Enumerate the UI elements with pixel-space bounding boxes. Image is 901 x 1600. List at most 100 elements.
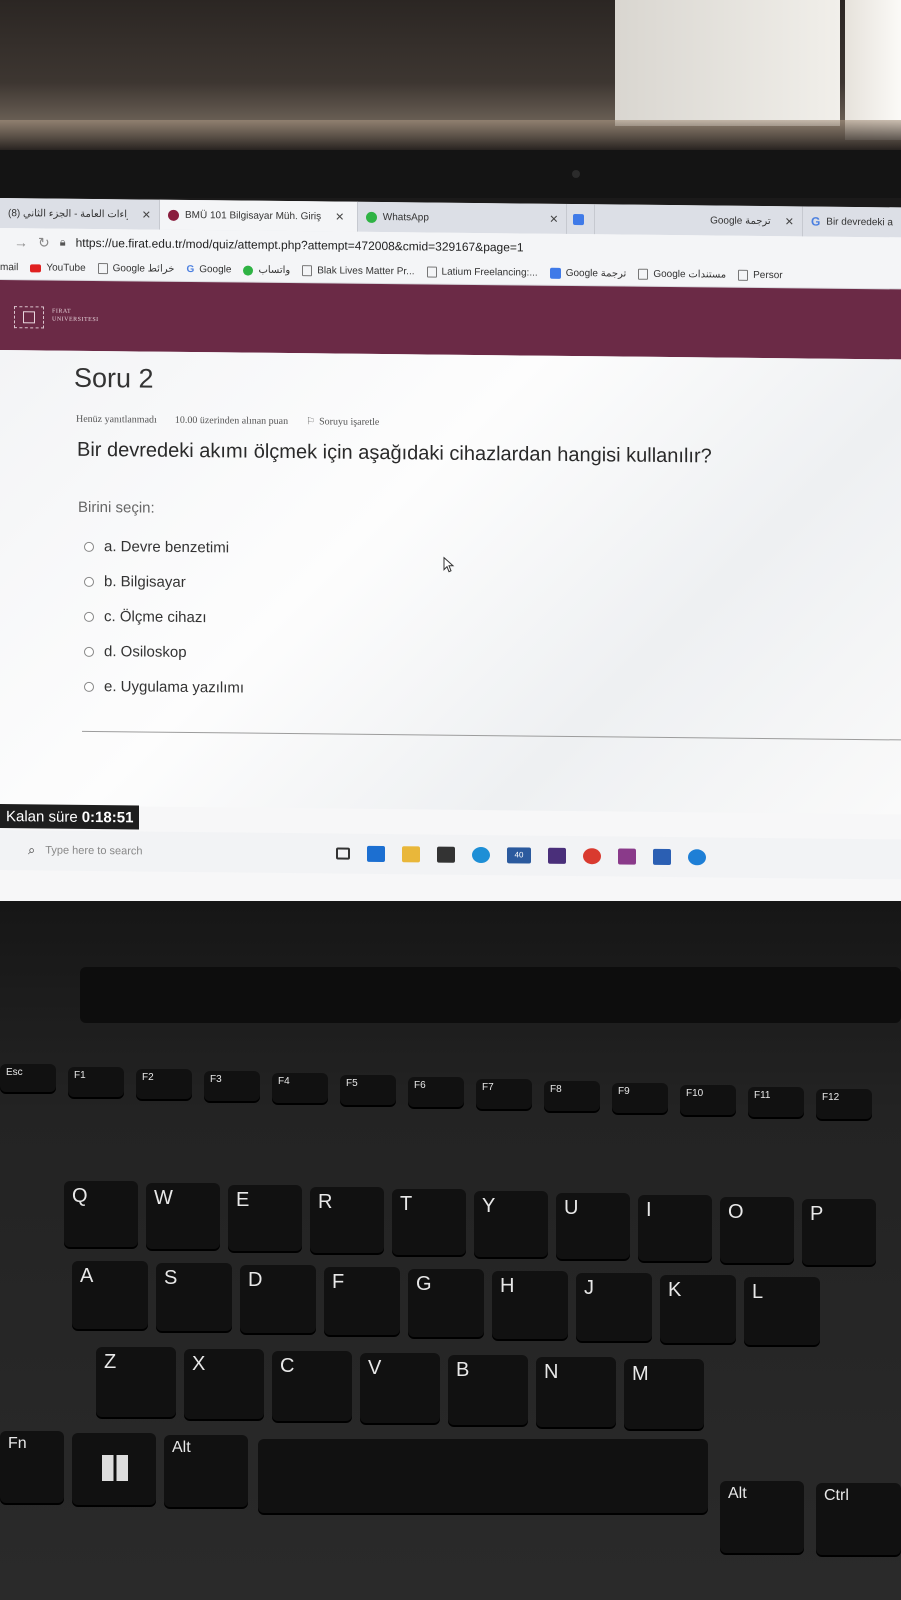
bookmark-latium[interactable]: Latium Freelancing:... xyxy=(426,266,538,279)
answer-option[interactable]: a. Devre benzetimi xyxy=(84,529,244,566)
option-label[interactable]: d. Osiloskop xyxy=(104,643,187,661)
tab-title: Google ترجمة xyxy=(710,214,771,227)
tab-translate-icon[interactable] xyxy=(567,203,596,235)
key-alt-left: Alt xyxy=(164,1435,248,1507)
tab-google-search[interactable]: G Bir devredeki a xyxy=(803,206,901,237)
tab-bmu-101[interactable]: BMÜ 101 Bilgisayar Müh. Giriş ✕ xyxy=(160,199,358,232)
key-t: T xyxy=(392,1189,466,1255)
bookmark-persor[interactable]: Persor xyxy=(738,269,783,282)
key-f2: F2 xyxy=(136,1069,192,1099)
bookmark-label: Google خرائط xyxy=(112,263,175,275)
bookmark-label: Persor xyxy=(753,269,783,282)
key-fn: Fn xyxy=(0,1431,64,1503)
key-j: J xyxy=(576,1273,652,1341)
moodle-icon xyxy=(168,209,179,221)
bookmark-google-maps[interactable]: Google خرائط xyxy=(97,263,175,275)
option-label[interactable]: c. Ölçme cihazı xyxy=(104,608,207,626)
key-f11: F11 xyxy=(748,1087,804,1117)
key-s: S xyxy=(156,1263,232,1331)
radio-button[interactable] xyxy=(84,681,94,692)
university-logo-text: FIRAT UNIVERSITESI xyxy=(52,308,99,324)
answer-options: a. Devre benzetimi b. Bilgisayar c. Ölçm… xyxy=(84,529,244,706)
close-icon[interactable]: ✕ xyxy=(142,208,151,221)
key-alt-right: Alt xyxy=(720,1481,804,1553)
timer-label: Kalan süre xyxy=(6,807,78,826)
app-icon[interactable] xyxy=(548,847,566,864)
key-z: Z xyxy=(96,1347,176,1417)
key-y: Y xyxy=(474,1191,548,1257)
page-icon xyxy=(738,269,749,281)
store-icon[interactable] xyxy=(437,846,455,863)
question-divider xyxy=(82,730,901,741)
chrome-icon[interactable] xyxy=(583,848,601,865)
key-f1: F1 xyxy=(68,1067,124,1097)
tab-google-translate[interactable]: Google ترجمة ✕ xyxy=(595,204,803,237)
answer-option[interactable]: b. Bilgisayar xyxy=(84,564,244,601)
question-points: 10.00 üzerinden alınan puan xyxy=(174,414,289,428)
outlook-icon[interactable] xyxy=(367,845,385,863)
tab-whatsapp[interactable]: WhatsApp ✕ xyxy=(357,201,568,234)
site-header: FIRAT UNIVERSITESI xyxy=(0,280,901,360)
option-label[interactable]: b. Bilgisayar xyxy=(104,573,186,591)
key-q: Q xyxy=(64,1181,138,1247)
taskbar-search[interactable]: ⌕ Type here to search xyxy=(28,842,308,861)
tab-title: BMÜ 101 Bilgisayar Müh. Giriş xyxy=(185,209,322,222)
mail-icon[interactable]: 40 xyxy=(507,847,531,864)
lock-icon: 🔒︎ xyxy=(59,236,66,249)
search-placeholder: Type here to search xyxy=(45,844,143,858)
key-u: U xyxy=(556,1193,630,1259)
forward-icon[interactable]: → xyxy=(14,234,28,250)
bookmark-blm[interactable]: Blak Lives Matter Pr... xyxy=(302,265,415,277)
option-label[interactable]: a. Devre benzetimi xyxy=(104,538,229,556)
file-explorer-icon[interactable] xyxy=(402,846,420,863)
flag-question-link[interactable]: ⚐ Soruyu işaretle xyxy=(306,416,379,428)
key-e: E xyxy=(228,1185,302,1251)
logo-line: UNIVERSITESI xyxy=(52,316,99,324)
key-windows xyxy=(72,1433,156,1505)
answer-option[interactable]: d. Osiloskop xyxy=(84,634,244,671)
key-g: G xyxy=(408,1269,484,1337)
key-f4: F4 xyxy=(272,1073,328,1103)
app-circle-icon[interactable] xyxy=(688,849,706,866)
option-label[interactable]: e. Uygulama yazılımı xyxy=(104,678,244,696)
radio-button[interactable] xyxy=(84,541,94,552)
webcam xyxy=(572,170,580,178)
key-c: C xyxy=(272,1351,352,1421)
key-f10: F10 xyxy=(680,1085,736,1115)
bookmark-google[interactable]: G Google xyxy=(186,264,231,275)
bookmark-label: YouTube xyxy=(46,262,86,274)
close-icon[interactable]: ✕ xyxy=(785,215,794,228)
bookmark-mail[interactable]: mail xyxy=(0,262,18,273)
google-icon: G xyxy=(810,214,821,229)
url-field[interactable]: https://ue.firat.edu.tr/mod/quiz/attempt… xyxy=(76,236,524,255)
flag-label: Soruyu işaretle xyxy=(319,416,380,428)
bookmark-whatsapp[interactable]: واتساب xyxy=(243,265,290,276)
winrar-icon[interactable] xyxy=(618,848,636,865)
background-shadow xyxy=(0,120,901,150)
page-icon xyxy=(426,266,437,278)
key-f5: F5 xyxy=(340,1075,396,1105)
university-logo-icon[interactable] xyxy=(14,306,44,329)
key-i: I xyxy=(638,1195,712,1261)
question-text: Bir devredeki akımı ölçmek için aşağıdak… xyxy=(77,438,712,468)
bookmark-label: واتساب xyxy=(258,264,291,277)
radio-button[interactable] xyxy=(84,646,94,657)
page-icon xyxy=(97,263,108,275)
radio-button[interactable] xyxy=(84,576,94,587)
radio-button[interactable] xyxy=(84,611,94,622)
answer-option[interactable]: e. Uygulama yazılımı xyxy=(84,669,244,706)
bookmark-youtube[interactable]: YouTube xyxy=(30,262,86,274)
close-icon[interactable]: ✕ xyxy=(549,212,558,225)
task-view-icon[interactable] xyxy=(336,847,350,860)
close-icon[interactable]: ✕ xyxy=(335,210,344,223)
bookmark-google-docs[interactable]: Google مستندات xyxy=(638,268,726,281)
reload-icon[interactable]: ↻ xyxy=(38,234,50,251)
answer-option[interactable]: c. Ölçme cihazı xyxy=(84,599,244,636)
bookmark-google-translate[interactable]: Google ترجمة xyxy=(549,267,626,280)
key-f: F xyxy=(324,1267,400,1335)
edge-icon[interactable] xyxy=(472,846,490,864)
word-icon[interactable] xyxy=(653,848,671,866)
key-f6: F6 xyxy=(408,1077,464,1107)
key-esc: Esc xyxy=(0,1064,56,1092)
tab-arabic-video[interactable]: (8) نسلسل الإجراءات العامة - الجزء الثان… xyxy=(0,198,160,230)
